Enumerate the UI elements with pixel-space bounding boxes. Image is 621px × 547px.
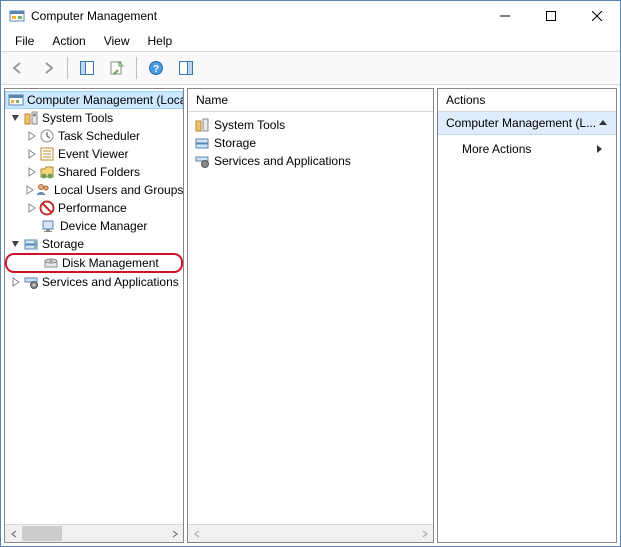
tree-label: System Tools	[42, 111, 113, 125]
tree-label: Shared Folders	[58, 165, 140, 179]
show-hide-tree-button[interactable]	[74, 55, 100, 81]
tree-item-storage[interactable]: Storage	[5, 235, 183, 253]
local-users-icon	[35, 182, 51, 198]
task-scheduler-icon	[39, 128, 55, 144]
computer-management-icon	[8, 92, 24, 108]
tree-item-system-tools[interactable]: System Tools	[5, 109, 183, 127]
actions-header: Actions	[438, 89, 616, 112]
expand-toggle-icon[interactable]	[25, 129, 39, 143]
tree-label: Computer Management (Local	[27, 93, 183, 107]
list-item-system-tools[interactable]: System Tools	[192, 116, 429, 134]
window-title: Computer Management	[31, 9, 157, 23]
expand-toggle-icon[interactable]	[9, 237, 23, 251]
tree-item-device-manager[interactable]: Device Manager	[5, 217, 183, 235]
expand-toggle-icon[interactable]	[25, 201, 39, 215]
expand-toggle-icon[interactable]	[9, 111, 23, 125]
actions-context-bar[interactable]: Computer Management (L...	[438, 112, 616, 135]
content-area: Computer Management (Local System Tools …	[1, 85, 620, 546]
scroll-left-icon[interactable]	[5, 525, 22, 542]
device-manager-icon	[41, 218, 57, 234]
tree-label: Task Scheduler	[58, 129, 140, 143]
tree-item-event-viewer[interactable]: Event Viewer	[5, 145, 183, 163]
performance-icon	[39, 200, 55, 216]
tree-horizontal-scrollbar[interactable]	[5, 524, 183, 542]
tree: Computer Management (Local System Tools …	[5, 89, 183, 524]
tree-label: Event Viewer	[58, 147, 128, 161]
event-viewer-icon	[39, 146, 55, 162]
menu-action[interactable]: Action	[44, 32, 93, 50]
help-button[interactable]: ?	[143, 55, 169, 81]
actions-body: More Actions	[438, 135, 616, 542]
forward-button[interactable]	[35, 55, 61, 81]
list-item-label: Services and Applications	[214, 154, 351, 168]
tree-label: Disk Management	[62, 256, 159, 270]
list-horizontal-scrollbar[interactable]	[188, 524, 433, 542]
system-tools-icon	[194, 117, 210, 133]
submenu-arrow-icon	[596, 144, 604, 154]
scroll-left-icon[interactable]	[188, 525, 205, 542]
services-apps-icon	[194, 153, 210, 169]
toolbar-separator	[136, 57, 137, 79]
tree-item-local-users[interactable]: Local Users and Groups	[5, 181, 183, 199]
tree-label: Device Manager	[60, 219, 147, 233]
tree-label: Performance	[58, 201, 127, 215]
toolbar: ?	[1, 52, 620, 85]
toolbar-separator	[67, 57, 68, 79]
tree-item-performance[interactable]: Performance	[5, 199, 183, 217]
list-header[interactable]: Name	[188, 89, 433, 112]
tree-item-task-scheduler[interactable]: Task Scheduler	[5, 127, 183, 145]
menu-view[interactable]: View	[96, 32, 138, 50]
close-button[interactable]	[574, 1, 620, 31]
window-computer-management: Computer Management File Action View Hel…	[0, 0, 621, 547]
services-apps-icon	[23, 274, 39, 290]
tree-item-root[interactable]: Computer Management (Local	[5, 91, 183, 109]
action-label: More Actions	[462, 142, 531, 156]
tree-pane: Computer Management (Local System Tools …	[4, 88, 184, 543]
actions-context-label: Computer Management (L...	[446, 116, 596, 130]
expand-toggle-icon[interactable]	[25, 183, 35, 197]
tree-item-disk-management[interactable]: Disk Management	[5, 253, 183, 273]
scrollbar-thumb[interactable]	[22, 526, 62, 541]
tree-label: Local Users and Groups	[54, 183, 183, 197]
tree-label: Storage	[42, 237, 84, 251]
maximize-button[interactable]	[528, 1, 574, 31]
scroll-right-icon[interactable]	[416, 525, 433, 542]
tree-item-shared-folders[interactable]: Shared Folders	[5, 163, 183, 181]
storage-icon	[23, 236, 39, 252]
actions-pane: Actions Computer Management (L... More A…	[437, 88, 617, 543]
list-item-label: System Tools	[214, 118, 285, 132]
show-hide-action-pane-button[interactable]	[173, 55, 199, 81]
shared-folders-icon	[39, 164, 55, 180]
actions-title: Actions	[446, 93, 485, 107]
scrollbar-track[interactable]	[22, 525, 166, 542]
column-name: Name	[196, 93, 228, 107]
menu-help[interactable]: Help	[140, 32, 181, 50]
menu-file[interactable]: File	[7, 32, 42, 50]
svg-text:?: ?	[153, 64, 159, 75]
minimize-button[interactable]	[482, 1, 528, 31]
action-more-actions[interactable]: More Actions	[438, 139, 616, 159]
storage-icon	[194, 135, 210, 151]
list-item-storage[interactable]: Storage	[192, 134, 429, 152]
back-button[interactable]	[5, 55, 31, 81]
tree-item-services-apps[interactable]: Services and Applications	[5, 273, 183, 291]
list-item-label: Storage	[214, 136, 256, 150]
disk-management-icon	[43, 255, 59, 271]
title-bar: Computer Management	[1, 1, 620, 31]
properties-button[interactable]	[104, 55, 130, 81]
list-item-services-apps[interactable]: Services and Applications	[192, 152, 429, 170]
expand-toggle-icon[interactable]	[25, 165, 39, 179]
list-body: System Tools Storage Services and Applic…	[188, 112, 433, 524]
menu-bar: File Action View Help	[1, 31, 620, 52]
tree-label: Services and Applications	[42, 275, 179, 289]
system-tools-icon	[23, 110, 39, 126]
scrollbar-track[interactable]	[205, 525, 416, 542]
list-pane: Name System Tools Storage Services and A…	[187, 88, 434, 543]
expand-toggle-icon[interactable]	[25, 147, 39, 161]
app-icon	[9, 8, 25, 24]
expand-toggle-icon[interactable]	[9, 275, 23, 289]
scroll-right-icon[interactable]	[166, 525, 183, 542]
collapse-icon[interactable]	[598, 118, 608, 128]
